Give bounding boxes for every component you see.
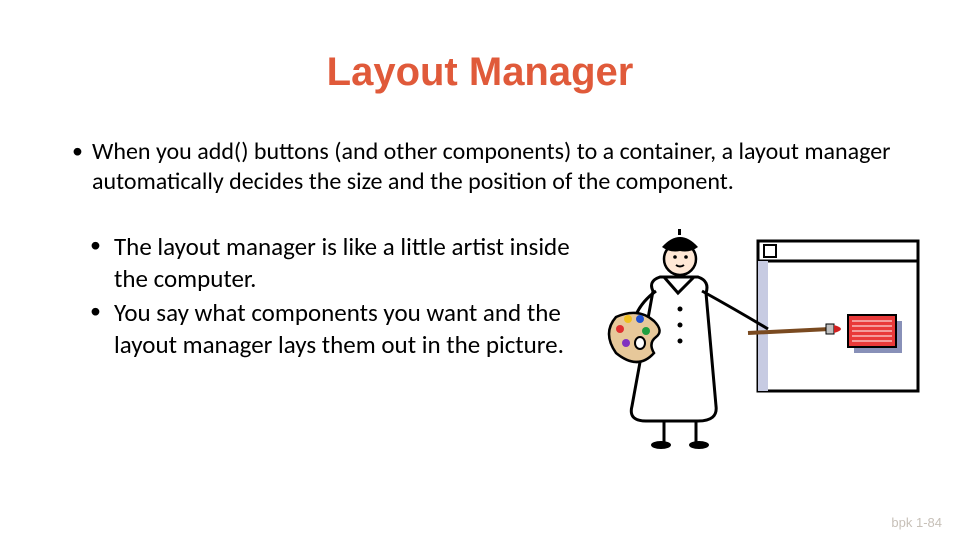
- slide: Layout Manager When you add() buttons (a…: [0, 0, 960, 540]
- illustration: [588, 231, 892, 451]
- button-rect-icon: [848, 315, 902, 353]
- content-row: The layout manager is like a little arti…: [68, 231, 892, 451]
- canvas-window-icon: [758, 241, 918, 391]
- bullet-left-2-text: You say what components you want and the…: [114, 297, 564, 360]
- bullet-top: When you add() buttons (and other compon…: [68, 137, 892, 197]
- artist-canvas-illustration: [598, 221, 928, 451]
- page-title: Layout Manager: [68, 50, 892, 95]
- left-column: The layout manager is like a little arti…: [68, 231, 588, 451]
- bullet-left-2: You say what components you want and the…: [84, 297, 588, 361]
- bullet-left-1: The layout manager is like a little arti…: [84, 231, 588, 295]
- bullet-left-1-text: The layout manager is like a little arti…: [114, 231, 570, 294]
- slide-footer: bpk 1-84: [891, 515, 942, 530]
- palette-icon: [609, 313, 660, 362]
- bullet-top-text: When you add() buttons (and other compon…: [92, 137, 891, 196]
